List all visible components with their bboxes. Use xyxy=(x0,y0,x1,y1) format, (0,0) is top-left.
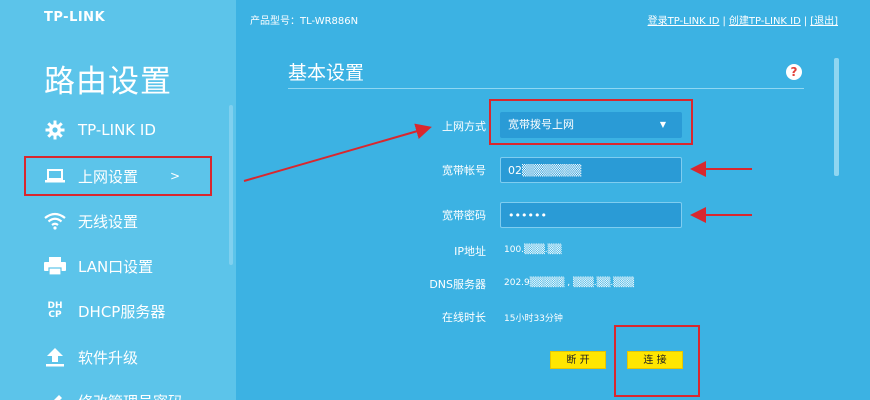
annotation-arrow xyxy=(243,123,432,182)
annotation-arrows xyxy=(243,123,752,223)
